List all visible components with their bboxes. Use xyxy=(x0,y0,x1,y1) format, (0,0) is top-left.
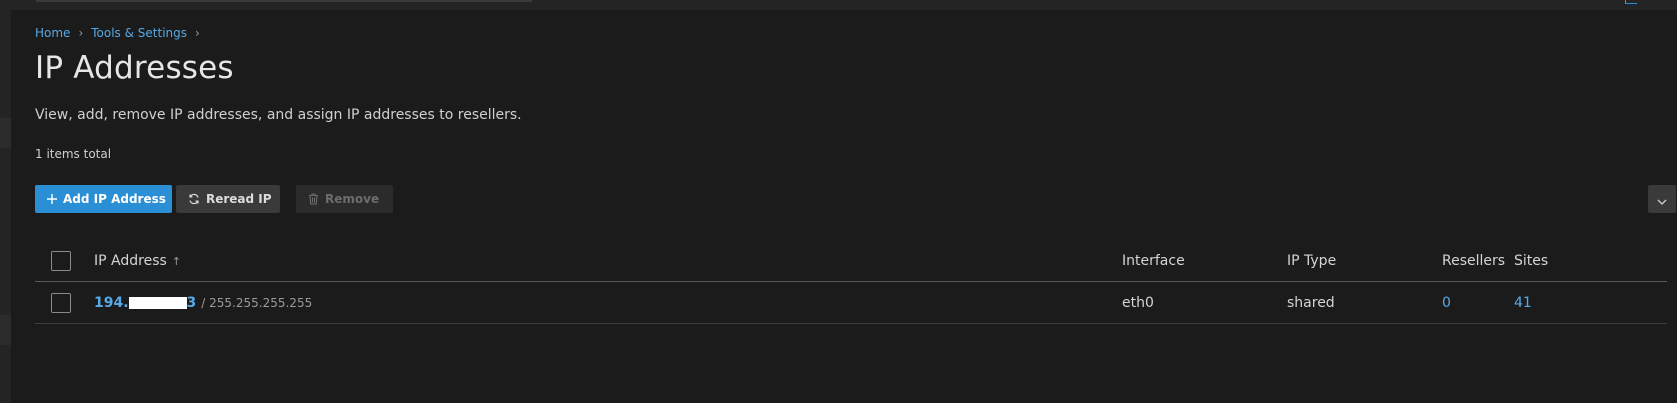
toolbar: Add IP Address Reread IP Remove xyxy=(35,185,397,213)
main-content: Home › Tools & Settings › IP Addresses V… xyxy=(11,10,1677,403)
sidebar-item-edge[interactable] xyxy=(0,118,11,148)
column-header-ip-type: IP Type xyxy=(1287,253,1337,269)
table-header: IP Address ↑ Interface IP Type Resellers… xyxy=(35,240,1667,282)
remove-button[interactable]: Remove xyxy=(296,185,393,213)
breadcrumb-tools-settings-link[interactable]: Tools & Settings xyxy=(91,26,187,40)
reread-ip-button[interactable]: Reread IP xyxy=(176,185,280,213)
expand-button[interactable] xyxy=(1648,185,1676,213)
sites-count-link[interactable]: 41 xyxy=(1514,295,1532,311)
plus-icon xyxy=(47,194,57,204)
refresh-icon xyxy=(188,193,200,205)
resellers-cell: 0 xyxy=(1442,282,1451,324)
search-field-edge[interactable] xyxy=(36,0,532,2)
reread-ip-label: Reread IP xyxy=(206,192,272,206)
redacted-block xyxy=(128,297,187,309)
left-sidebar-edge xyxy=(0,10,11,403)
select-all-cell xyxy=(51,240,71,282)
sidebar-item-edge[interactable] xyxy=(0,315,11,345)
ip-type-value: shared xyxy=(1287,295,1335,311)
subnet-mask: / 255.255.255.255 xyxy=(201,296,313,310)
resellers-count-link[interactable]: 0 xyxy=(1442,295,1451,311)
items-total: 1 items total xyxy=(35,147,112,161)
user-menu-icon[interactable] xyxy=(1625,0,1637,4)
add-ip-address-button[interactable]: Add IP Address xyxy=(35,185,172,213)
ip-address-prefix: 194. xyxy=(94,295,129,311)
interface-value: eth0 xyxy=(1122,295,1154,311)
remove-label: Remove xyxy=(325,192,380,206)
breadcrumb-home-link[interactable]: Home xyxy=(35,26,70,40)
top-bar xyxy=(0,0,1677,10)
column-header-ip-address-label: IP Address xyxy=(94,253,167,269)
column-header-resellers: Resellers xyxy=(1442,253,1506,269)
ip-address-cell: 194. 3 / 255.255.255.255 xyxy=(94,282,312,324)
table-row: 194. 3 / 255.255.255.255 eth0 shared 0 41 xyxy=(35,282,1667,324)
column-header-sites: Sites xyxy=(1514,253,1549,269)
page-title: IP Addresses xyxy=(35,50,234,86)
breadcrumb-separator: › xyxy=(78,26,84,40)
ip-addresses-table: IP Address ↑ Interface IP Type Resellers… xyxy=(35,240,1667,324)
trash-icon xyxy=(308,193,319,205)
breadcrumb: Home › Tools & Settings › xyxy=(35,26,208,40)
sort-ascending-icon: ↑ xyxy=(171,254,181,268)
column-header-ip-address[interactable]: IP Address ↑ xyxy=(94,240,181,282)
breadcrumb-separator: › xyxy=(195,26,200,40)
row-checkbox[interactable] xyxy=(51,293,71,313)
ip-address-suffix: 3 xyxy=(186,295,197,311)
ip-address-link[interactable]: 194. 3 xyxy=(94,295,196,311)
add-ip-address-label: Add IP Address xyxy=(63,192,166,206)
sites-cell: 41 xyxy=(1514,282,1532,324)
column-header-interface: Interface xyxy=(1122,253,1185,269)
page-description: View, add, remove IP addresses, and assi… xyxy=(35,107,522,123)
select-all-checkbox[interactable] xyxy=(51,251,71,271)
row-select-cell xyxy=(51,282,71,324)
chevron-down-icon xyxy=(1657,190,1667,209)
